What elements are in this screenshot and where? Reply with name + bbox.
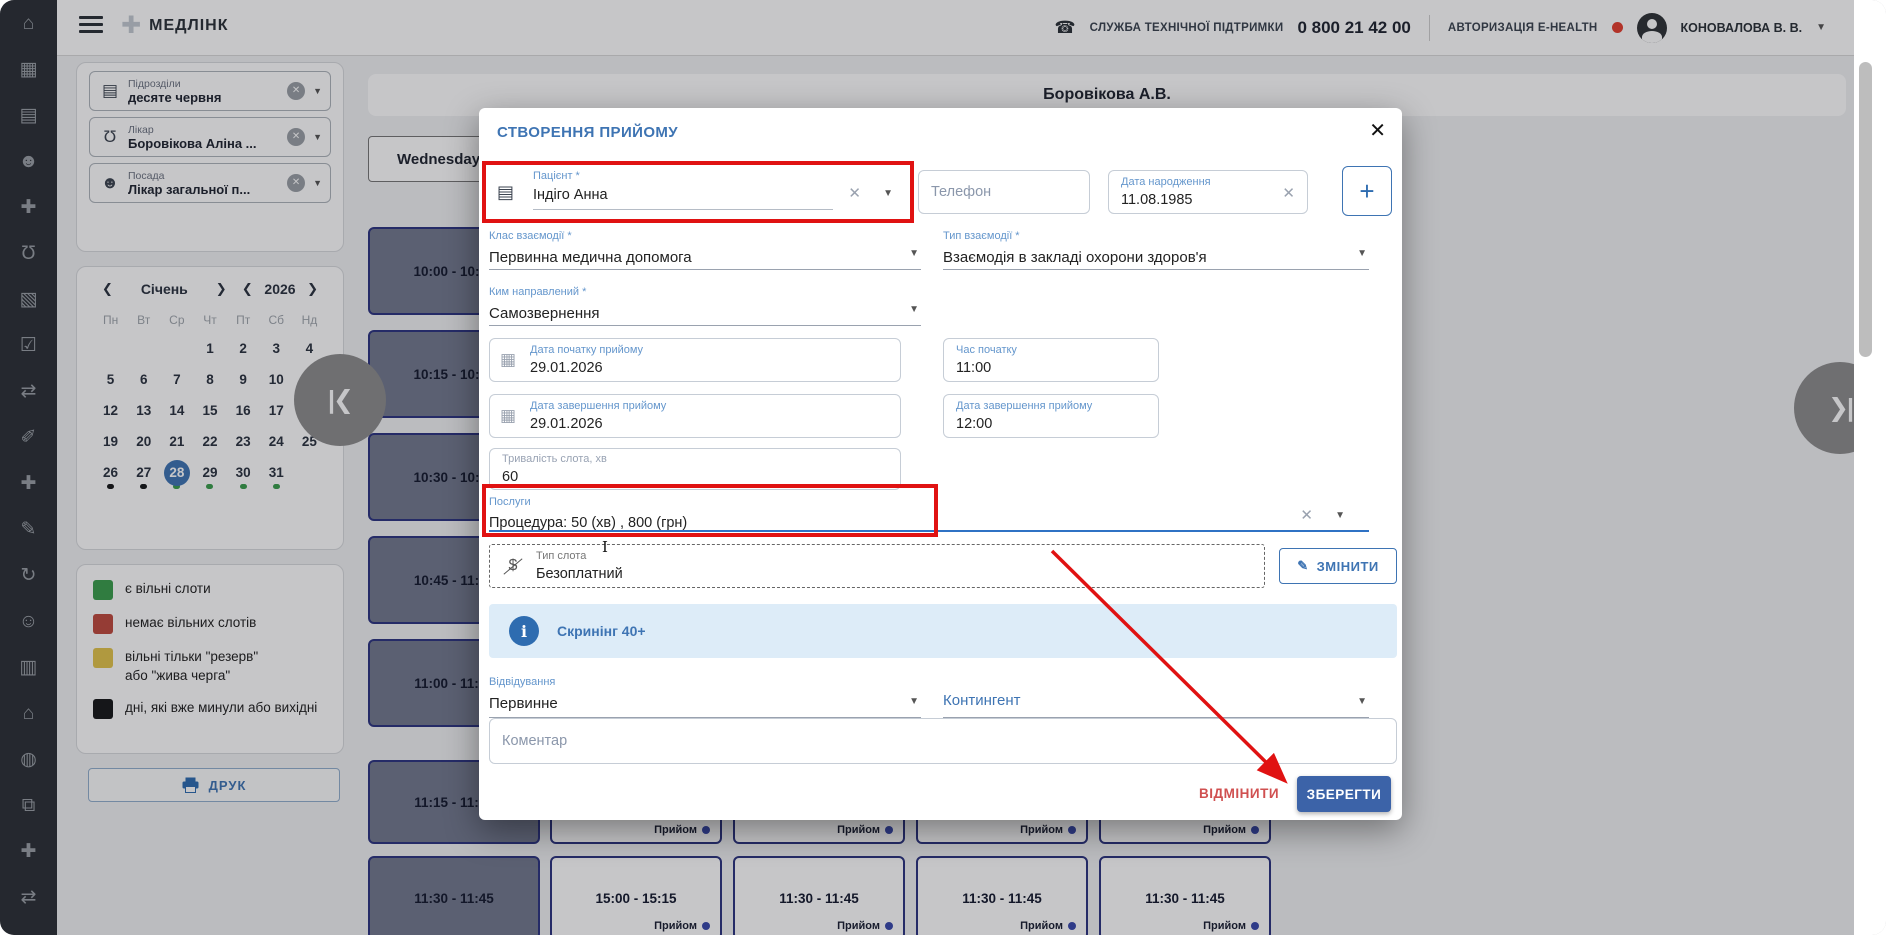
change-button-label: ЗМІНИТИ (1317, 559, 1379, 574)
interaction-class-label: Клас взаємодії * (489, 230, 572, 242)
slot-duration-value: 60 (502, 468, 518, 486)
birth-date-label: Дата народження (1121, 176, 1211, 189)
visit-field[interactable]: Відвідування Первинне ▼ (489, 672, 921, 718)
referred-by-label: Ким направлений * (489, 286, 586, 298)
patient-value: Індіго Анна (533, 186, 823, 204)
scrollbar-track (1854, 0, 1886, 935)
visit-value: Первинне (489, 695, 921, 713)
chevron-down-icon[interactable]: ▼ (909, 248, 919, 259)
end-time-field[interactable]: Дата завершення прийому 12:00 (943, 394, 1159, 438)
patient-field[interactable]: ▤ Пацієнт * Індіго Анна ✕ ▼ (489, 164, 909, 214)
start-date-value: 29.01.2026 (530, 359, 603, 377)
cancel-button[interactable]: ВІДМІНИТИ (1199, 786, 1279, 801)
birth-date-field[interactable]: Дата народження 11.08.1985 ✕ (1108, 170, 1308, 214)
referred-by-value: Самозвернення (489, 305, 921, 323)
slot-type-label: Тип слота (536, 550, 586, 563)
interaction-class-field[interactable]: Клас взаємодії * Первинна медична допомо… (489, 226, 921, 270)
end-time-label: Дата завершення прийому (956, 400, 1092, 413)
end-date-value: 29.01.2026 (530, 415, 603, 433)
free-slot-icon: $ (504, 557, 522, 575)
start-time-field[interactable]: Час початку 11:00 (943, 338, 1159, 382)
change-slot-type-button[interactable]: ✎ ЗМІНИТИ (1279, 548, 1397, 584)
save-button[interactable]: ЗБЕРЕГТИ (1297, 776, 1391, 812)
start-date-label: Дата початку прийому (530, 344, 643, 357)
contingent-field[interactable]: Контингент ▼ (943, 672, 1369, 718)
chevron-down-icon[interactable]: ▼ (909, 304, 919, 315)
chevron-down-icon[interactable]: ▼ (1357, 248, 1367, 259)
calendar-icon: ▦ (500, 406, 516, 426)
clear-services-icon[interactable]: ✕ (1300, 506, 1313, 524)
contingent-label: Контингент (943, 692, 1021, 709)
info-icon: i (509, 616, 539, 646)
end-date-field[interactable]: ▦ Дата завершення прийому 29.01.2026 (489, 394, 901, 438)
clear-patient-icon[interactable]: ✕ (848, 184, 861, 202)
birth-date-value: 11.08.1985 (1121, 191, 1193, 209)
visit-label: Відвідування (489, 676, 555, 688)
interaction-type-label: Тип взаємодії * (943, 230, 1020, 242)
end-date-label: Дата завершення прийому (530, 400, 666, 413)
phone-field[interactable] (918, 170, 1090, 214)
slot-duration-field[interactable]: Тривалість слота, хв 60 (489, 448, 901, 490)
calendar-icon: ▦ (500, 350, 516, 370)
start-time-label: Час початку (956, 344, 1017, 357)
screening-banner: i Скринінг 40+ (489, 604, 1397, 658)
phone-input[interactable] (919, 171, 1089, 213)
scrollbar-thumb[interactable] (1859, 62, 1872, 357)
comment-input[interactable] (490, 719, 1396, 763)
slot-type-value: Безоплатний (536, 565, 623, 583)
close-icon[interactable]: ✕ (1369, 118, 1386, 143)
services-field[interactable]: Послуги Процедура: 50 (хв) , 800 (грн) ✕… (489, 492, 1369, 532)
end-time-value: 12:00 (956, 415, 992, 433)
services-value: Процедура: 50 (хв) , 800 (грн) (489, 514, 1369, 532)
app-frame: ⌂▦▤☻✚Ʊ▧☑⇄✐✚✎↻☺▥⌂◍⧉✚⇄ ✚ МЕДЛІНК ☎ СЛУЖБА … (0, 0, 1886, 935)
patient-label: Пацієнт * (533, 170, 580, 183)
comment-field[interactable] (489, 718, 1397, 764)
start-time-value: 11:00 (956, 359, 991, 377)
start-date-field[interactable]: ▦ Дата початку прийому 29.01.2026 (489, 338, 901, 382)
chevron-down-icon[interactable]: ▼ (909, 696, 919, 707)
slot-type-field[interactable]: $ Тип слота Безоплатний (489, 544, 1265, 588)
referred-by-field[interactable]: Ким направлений * Самозвернення ▼ (489, 282, 921, 326)
chevron-down-icon[interactable]: ▼ (1335, 510, 1345, 521)
hospital-building-icon: ▤ (497, 182, 514, 203)
create-appointment-modal: СТВОРЕННЯ ПРИЙОМУ ✕ ▤ Пацієнт * Індіго А… (479, 108, 1402, 820)
modal-title: СТВОРЕННЯ ПРИЙОМУ (497, 124, 678, 141)
chevron-down-icon[interactable]: ▼ (883, 188, 893, 199)
slot-duration-label: Тривалість слота, хв (502, 453, 607, 466)
services-label: Послуги (489, 496, 531, 508)
screening-link[interactable]: Скринінг 40+ (557, 623, 646, 639)
pencil-icon: ✎ (1297, 558, 1308, 574)
interaction-type-field[interactable]: Тип взаємодії * Взаємодія в закладі охор… (943, 226, 1369, 270)
clear-birth-date-icon[interactable]: ✕ (1282, 184, 1295, 202)
interaction-class-value: Первинна медична допомога (489, 249, 921, 267)
chevron-down-icon[interactable]: ▼ (1357, 696, 1367, 707)
add-patient-button[interactable]: + (1342, 166, 1392, 216)
interaction-type-value: Взаємодія в закладі охорони здоров'я (943, 249, 1369, 267)
